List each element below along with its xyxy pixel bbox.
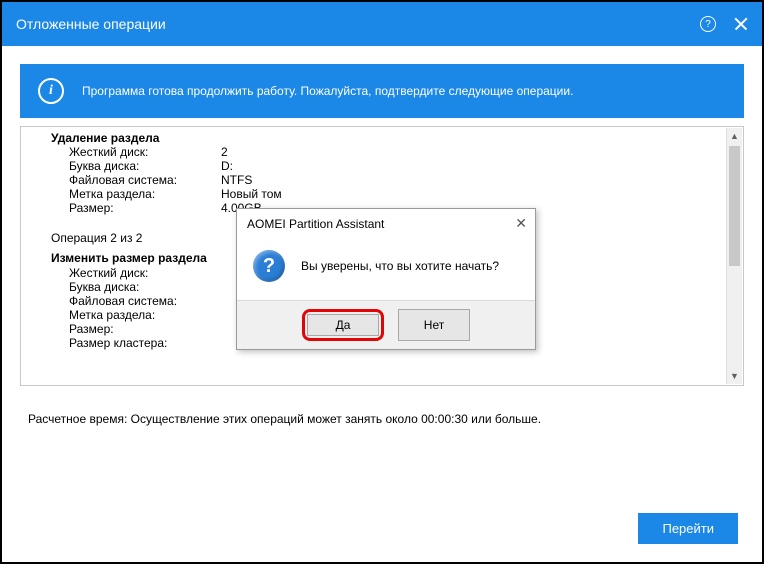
op2-hdd-label: Жесткий диск: (51, 266, 221, 280)
op1-size-label: Размер: (51, 201, 221, 215)
op1-title: Удаление раздела (51, 131, 719, 145)
close-icon[interactable] (734, 17, 748, 31)
modal-title: AOMEI Partition Assistant (247, 217, 384, 231)
op1-letter-val: D: (221, 159, 233, 173)
scroll-down-icon[interactable]: ▼ (727, 368, 742, 384)
scroll-up-icon[interactable]: ▲ (727, 128, 742, 144)
modal-message: Вы уверены, что вы хотите начать? (301, 259, 499, 273)
op1-vol-label: Метка раздела: (51, 187, 221, 201)
op1-fs-label: Файловая система: (51, 173, 221, 187)
info-banner: i Программа готова продолжить работу. По… (20, 64, 744, 118)
pending-operations-dialog: Отложенные операции ? i Программа готова… (2, 2, 762, 562)
op2-size-label: Размер: (51, 322, 221, 336)
estimate-text: Расчетное время: Осуществление этих опер… (28, 412, 736, 426)
help-icon[interactable]: ? (700, 16, 716, 32)
modal-button-row: Да Нет (237, 300, 535, 349)
op1-letter-label: Буква диска: (51, 159, 221, 173)
no-button[interactable]: Нет (398, 309, 470, 341)
op1-hdd-label: Жесткий диск: (51, 145, 221, 159)
highlight-annotation: Да (302, 309, 384, 341)
op2-cluster-label: Размер кластера: (51, 336, 221, 350)
question-icon: ? (253, 250, 285, 282)
op1-hdd-val: 2 (221, 145, 228, 159)
confirm-dialog: AOMEI Partition Assistant ✕ ? Вы уверены… (236, 208, 536, 350)
op2-vol-label: Метка раздела: (51, 308, 221, 322)
op1-fs-val: NTFS (221, 173, 252, 187)
op2-letter-label: Буква диска: (51, 280, 221, 294)
scrollbar[interactable]: ▲ ▼ (726, 128, 742, 384)
yes-button[interactable]: Да (307, 314, 379, 336)
banner-text: Программа готова продолжить работу. Пожа… (82, 84, 573, 98)
op1-vol-val: Новый том (221, 187, 282, 201)
info-icon: i (38, 78, 64, 104)
modal-close-icon[interactable]: ✕ (515, 215, 527, 232)
op2-fs-label: Файловая система: (51, 294, 221, 308)
titlebar: Отложенные операции ? (2, 2, 762, 46)
scroll-thumb[interactable] (729, 146, 740, 266)
proceed-button[interactable]: Перейти (638, 513, 738, 544)
window-title: Отложенные операции (16, 16, 166, 32)
